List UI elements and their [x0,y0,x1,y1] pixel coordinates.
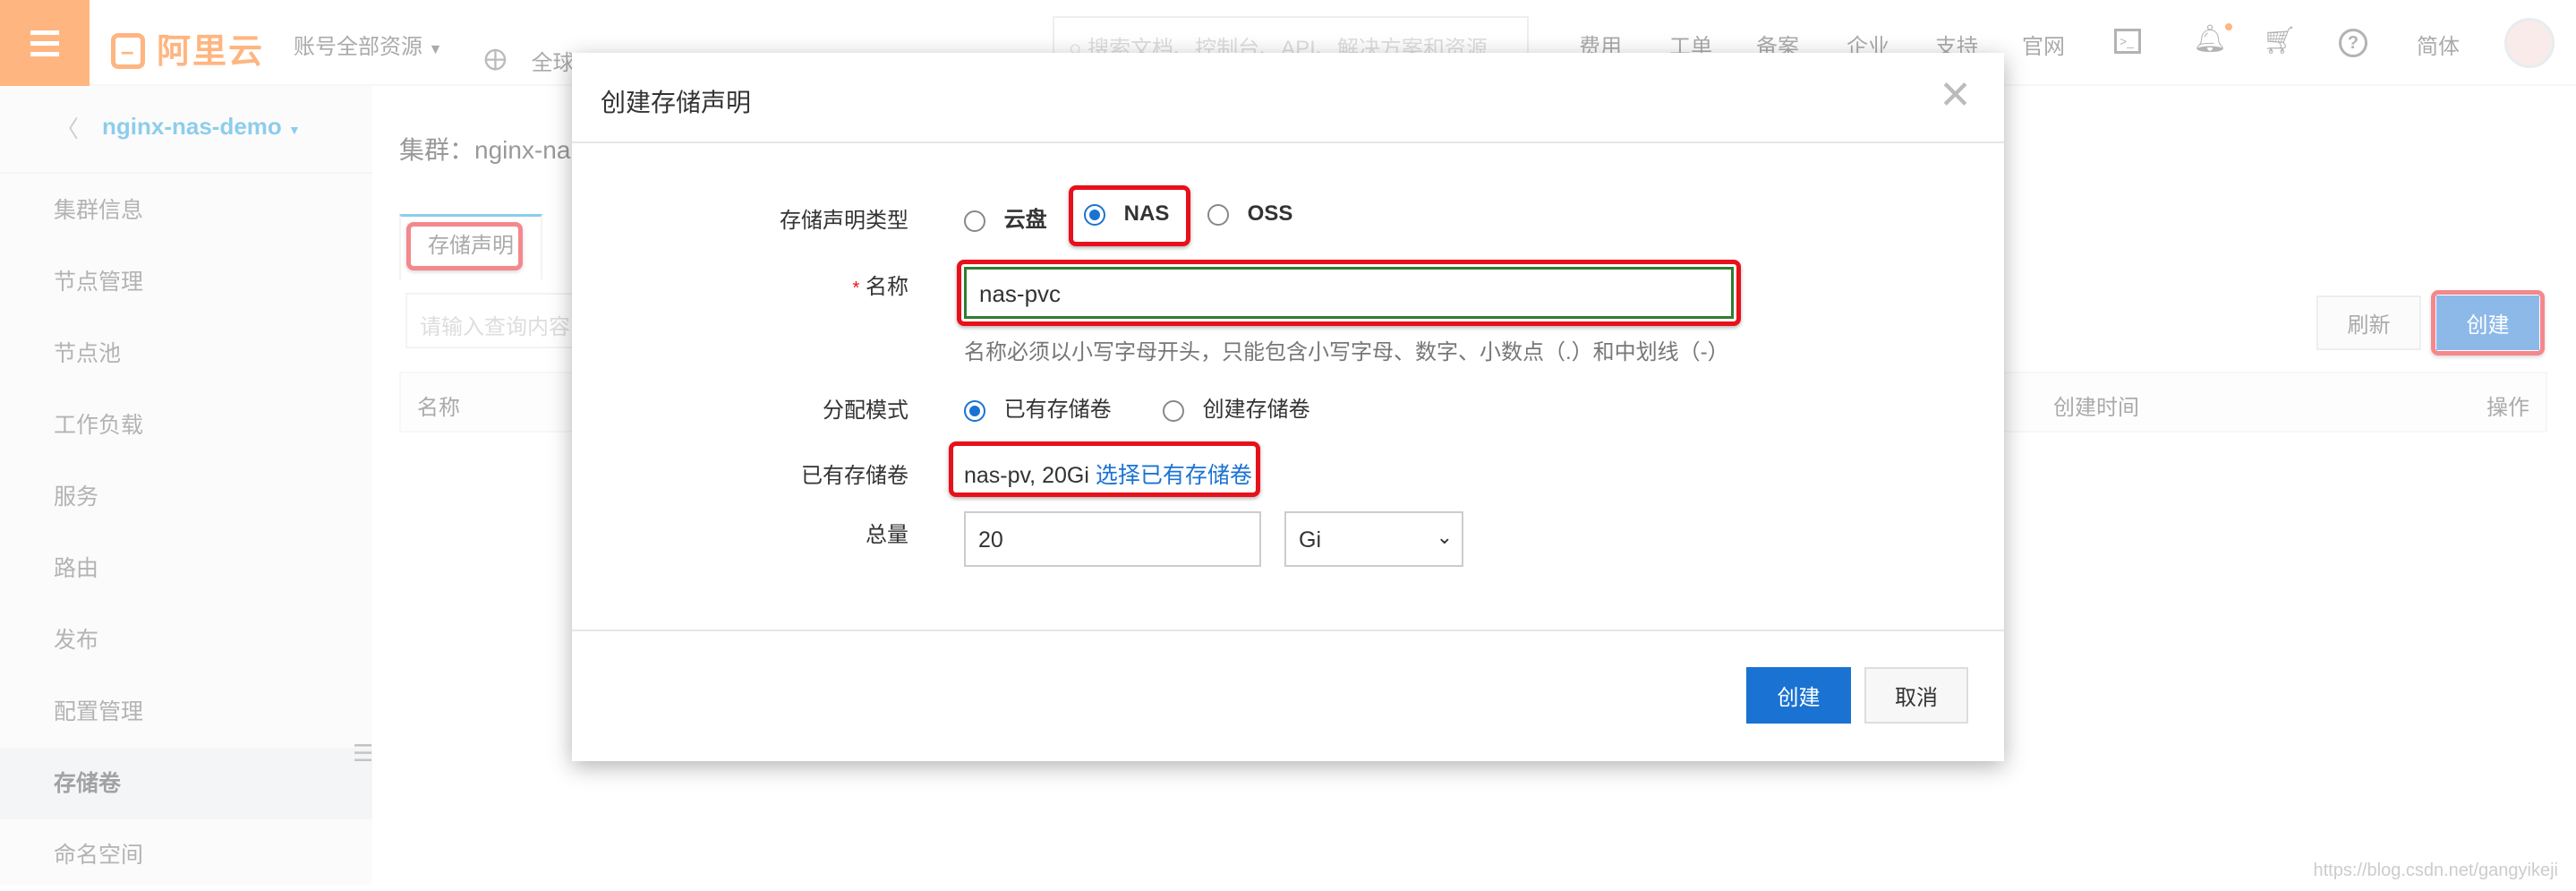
dialog-title: 创建存储声明 [601,89,752,116]
watermark: https://blog.csdn.net/gangyikeji [2313,861,2558,880]
mode-label: 分配模式 [823,398,908,423]
total-label: 总量 [866,523,908,547]
radio-existing-volume[interactable]: 已有存储卷 [964,391,1112,423]
existing-volume-label: 已有存储卷 [801,464,908,488]
annotation-highlight [957,260,1741,326]
radio-cloud-disk[interactable]: 云盘 [964,201,1047,233]
radio-label: 创建存储卷 [1202,398,1310,422]
required-mark: * [852,278,860,298]
total-input[interactable]: 20 [964,511,1261,567]
unit-select[interactable]: Gi ⌄ [1284,511,1463,567]
annotation-highlight [1069,185,1190,246]
radio-label: 云盘 [1003,208,1047,232]
dialog-header: 创建存储声明 ✕ [572,53,2004,143]
type-label: 存储声明类型 [780,209,908,233]
name-help-text: 名称必须以小写字母开头，只能包含小写字母、数字、小数点（.）和中划线（-） [964,340,1729,364]
dialog-create-button[interactable]: 创建 [1746,667,1851,724]
divider [572,630,2004,631]
radio-label: OSS [1247,201,1293,226]
radio-oss[interactable]: OSS [1207,201,1292,227]
radio-label: 已有存储卷 [1003,398,1112,422]
radio-checked-icon [964,399,985,422]
radio-icon [1163,399,1184,422]
name-label-text: 名称 [866,275,908,299]
radio-new-volume[interactable]: 创建存储卷 [1163,391,1310,423]
radio-icon [1207,203,1229,226]
close-icon[interactable]: ✕ [1939,73,1972,118]
chevron-down-icon: ⌄ [1436,526,1453,548]
unit-value: Gi [1299,527,1321,553]
name-label: * 名称 [568,269,908,300]
radio-icon [964,210,985,232]
create-pvc-dialog: 创建存储声明 ✕ 存储声明类型 云盘 NAS OSS * 名称 nas-pvc … [572,53,2004,761]
annotation-highlight [949,441,1260,497]
dialog-cancel-button[interactable]: 取消 [1864,667,1968,724]
